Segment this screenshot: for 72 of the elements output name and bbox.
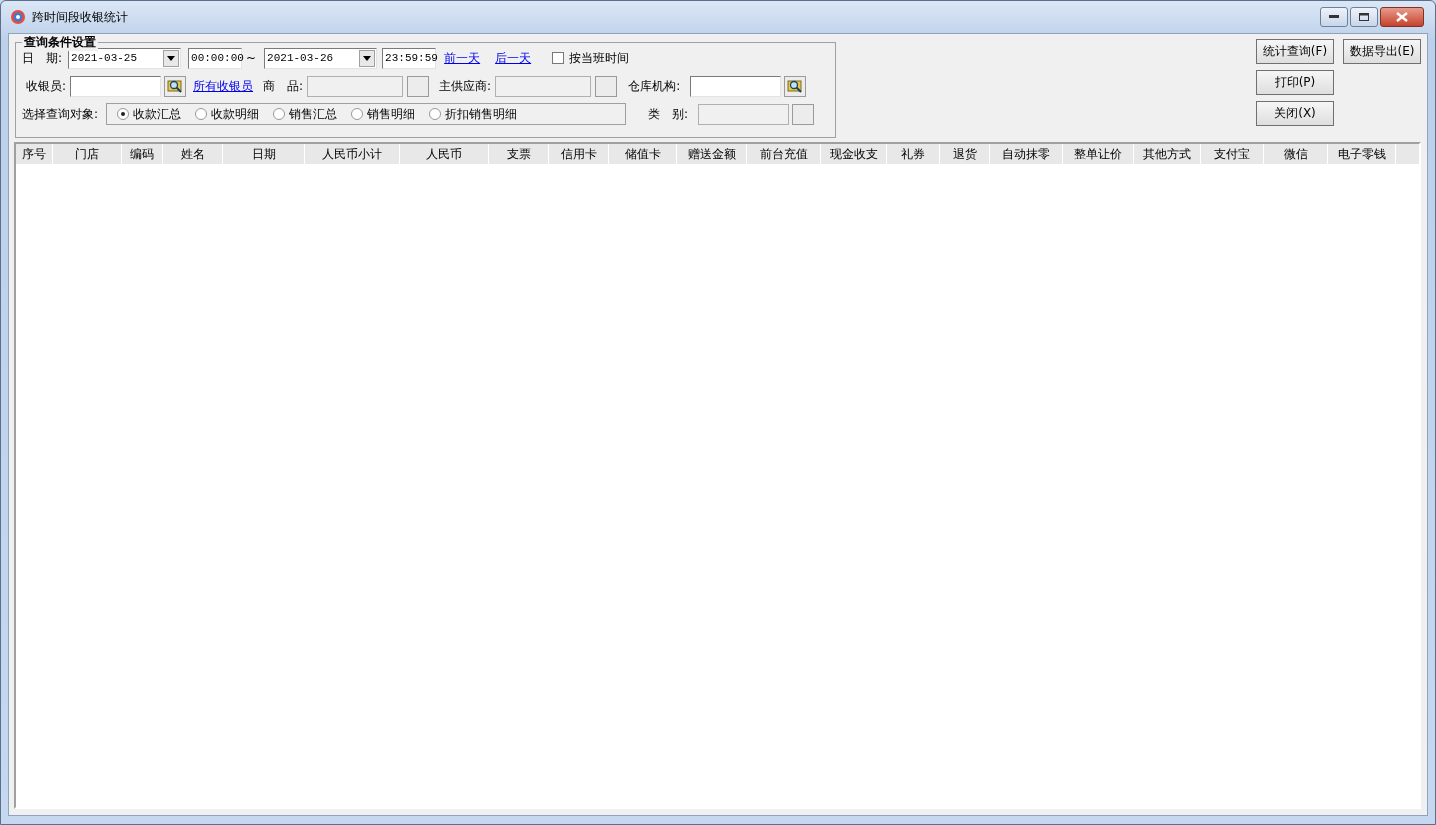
column-header[interactable]: 人民币 — [400, 144, 489, 164]
radio-label: 销售汇总 — [289, 105, 338, 123]
date-dropdown[interactable]: 2021-03-26 — [264, 47, 378, 69]
product-label: 商 品: — [263, 77, 304, 95]
radio-label: 折扣销售明细 — [445, 105, 518, 123]
column-header[interactable]: 储值卡 — [609, 144, 677, 164]
warehouse-field[interactable] — [690, 75, 782, 97]
column-header[interactable]: 整单让价 — [1063, 144, 1134, 164]
column-header[interactable]: 人民币小计 — [305, 144, 400, 164]
radio-button[interactable] — [195, 108, 208, 120]
column-header[interactable]: 信用卡 — [549, 144, 609, 164]
date-label: 日 期: — [22, 49, 63, 67]
radio-button[interactable] — [351, 108, 364, 120]
time-field[interactable]: 23:59:59 — [382, 47, 437, 69]
query-target-label: 选择查询对象: — [22, 105, 99, 123]
caret-icon — [363, 55, 372, 61]
warehouse-label: 仓库机构: — [628, 77, 681, 95]
close-icon — [1396, 12, 1408, 22]
radio-button[interactable] — [429, 108, 442, 120]
radio-label: 销售明细 — [367, 105, 416, 123]
date-dropdown[interactable]: 2021-03-25 — [68, 47, 182, 69]
maximize-icon — [1359, 13, 1369, 21]
column-header[interactable]: 现金收支 — [821, 144, 887, 164]
day-link[interactable]: 前一天 — [444, 49, 481, 67]
app-icon — [10, 9, 26, 25]
column-header[interactable]: 礼券 — [887, 144, 940, 164]
column-header[interactable]: 自动抹零 — [990, 144, 1063, 164]
radio-button[interactable] — [117, 108, 130, 120]
column-header[interactable]: 支付宝 — [1201, 144, 1264, 164]
caret-icon — [167, 55, 176, 61]
minimize-button[interactable] — [1320, 7, 1348, 27]
radio-button[interactable] — [273, 108, 286, 120]
column-header[interactable]: 赠送金额 — [677, 144, 747, 164]
supplier-label: 主供应商: — [439, 77, 492, 95]
action-button[interactable]: 打印(P) — [1256, 70, 1334, 95]
radio-label: 收款明细 — [211, 105, 260, 123]
column-header[interactable]: 编码 — [122, 144, 163, 164]
column-header[interactable]: 姓名 — [163, 144, 223, 164]
day-link[interactable]: 后一天 — [495, 49, 532, 67]
column-header[interactable]: 退货 — [940, 144, 990, 164]
browse-button[interactable] — [407, 75, 430, 97]
close-button[interactable] — [1380, 7, 1424, 27]
action-button[interactable]: 统计查询(F) — [1256, 39, 1334, 64]
cashier-label: 收银员: — [26, 77, 67, 95]
search-icon — [167, 79, 184, 93]
column-header[interactable]: 电子零钱 — [1328, 144, 1396, 164]
column-header[interactable]: 序号 — [16, 144, 53, 164]
all-cashiers-link[interactable]: 所有收银员 — [193, 77, 254, 95]
time-field[interactable]: 00:00:00 — [188, 47, 243, 69]
checkbox-label: 按当班时间 — [569, 49, 630, 67]
column-header[interactable]: 支票 — [489, 144, 549, 164]
radio-label: 收款汇总 — [133, 105, 182, 123]
column-header[interactable]: 其他方式 — [1134, 144, 1201, 164]
browse-button[interactable] — [792, 103, 815, 125]
range-separator: ~ — [246, 51, 257, 65]
checkbox[interactable] — [552, 52, 565, 64]
category-label: 类 别: — [648, 105, 689, 123]
column-header[interactable]: 门店 — [53, 144, 122, 164]
browse-button[interactable] — [595, 75, 618, 97]
window-title: 跨时间段收银统计 — [32, 8, 129, 26]
search-icon — [787, 79, 804, 93]
column-header[interactable]: 日期 — [223, 144, 305, 164]
lookup-button[interactable] — [164, 75, 187, 97]
lookup-button[interactable] — [784, 75, 807, 97]
maximize-button[interactable] — [1350, 7, 1378, 27]
group-title: 查询条件设置 — [22, 34, 98, 51]
column-header[interactable]: 微信 — [1264, 144, 1328, 164]
minimize-icon — [1329, 15, 1339, 19]
cashier-field[interactable] — [70, 75, 162, 97]
action-button[interactable]: 数据导出(E) — [1343, 39, 1421, 64]
action-button[interactable]: 关闭(X) — [1256, 101, 1334, 126]
column-header[interactable]: 前台充值 — [747, 144, 821, 164]
